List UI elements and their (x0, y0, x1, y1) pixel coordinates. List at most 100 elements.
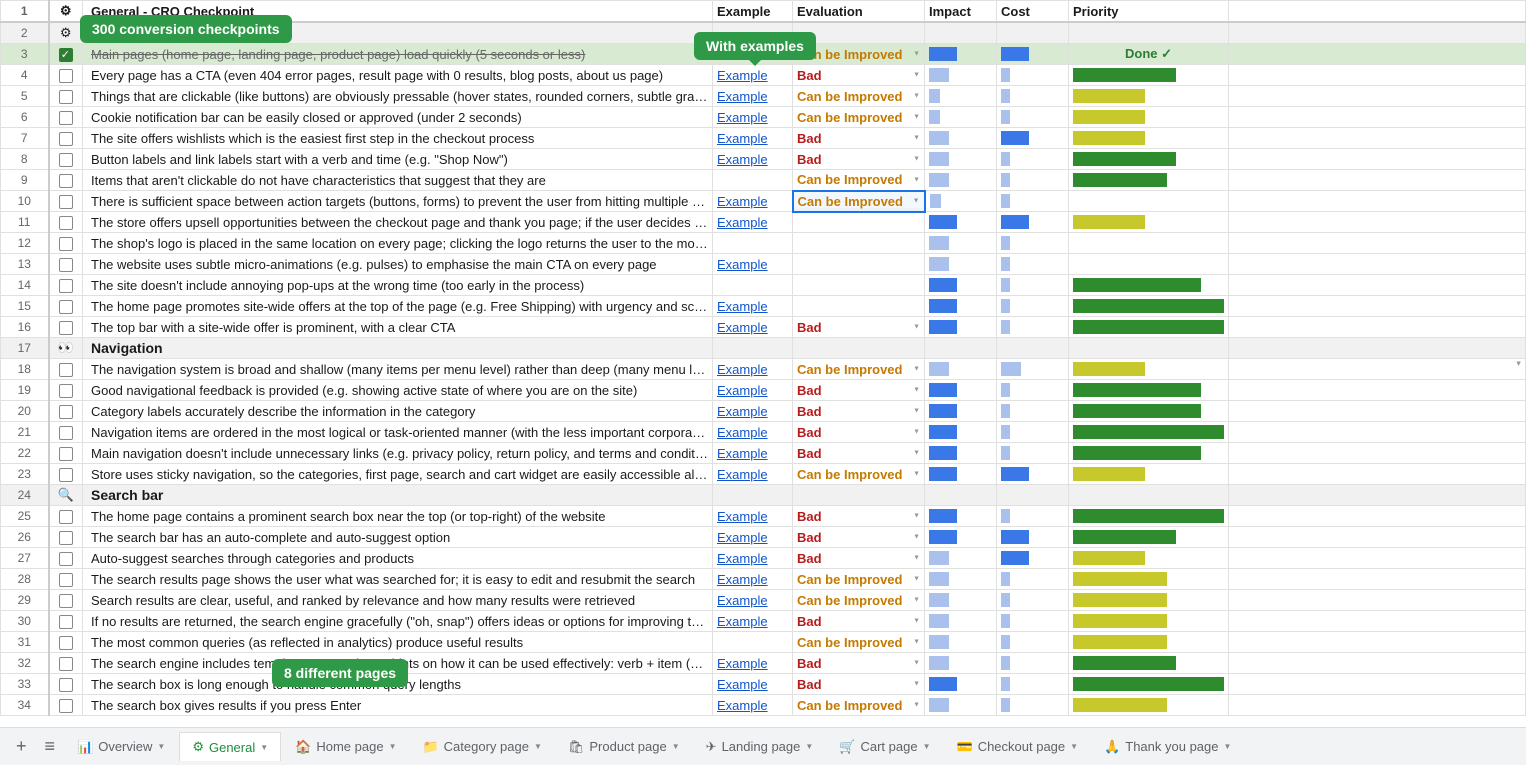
impact-cell[interactable] (925, 128, 997, 149)
row-checkbox[interactable] (59, 300, 73, 314)
dropdown-arrow-icon[interactable]: ▼ (913, 534, 920, 541)
row-checkbox[interactable] (59, 258, 73, 272)
cost-cell[interactable] (997, 653, 1069, 674)
impact-cell[interactable] (925, 317, 997, 338)
example-link[interactable]: Example (717, 404, 768, 419)
cost-cell[interactable] (997, 317, 1069, 338)
cost-cell[interactable] (997, 527, 1069, 548)
priority-cell[interactable] (1069, 548, 1229, 569)
impact-cell[interactable] (925, 296, 997, 317)
table-row[interactable]: 30 If no results are returned, the searc… (1, 611, 1526, 632)
description-cell[interactable]: The store offers upsell opportunities be… (83, 212, 713, 233)
row-checkbox[interactable] (59, 636, 73, 650)
description-cell[interactable]: The website uses subtle micro-animations… (83, 254, 713, 275)
row-checkbox[interactable] (59, 174, 73, 188)
checkbox-cell[interactable] (49, 674, 83, 695)
sheet-tab[interactable]: 🛍Product page▼ (556, 733, 692, 761)
description-cell[interactable]: The shop's logo is placed in the same lo… (83, 233, 713, 254)
impact-header[interactable]: Impact (925, 1, 997, 23)
description-cell[interactable]: The search bar has an auto-complete and … (83, 527, 713, 548)
example-cell[interactable] (713, 632, 793, 653)
table-row[interactable]: 31 The most common queries (as reflected… (1, 632, 1526, 653)
example-link[interactable]: Example (717, 215, 768, 230)
dropdown-arrow-icon[interactable]: ▼ (913, 72, 920, 79)
row-number[interactable]: 15 (1, 296, 49, 317)
example-cell[interactable]: Example (713, 611, 793, 632)
evaluation-cell[interactable]: Bad▼ (793, 548, 925, 569)
impact-cell[interactable] (925, 611, 997, 632)
impact-cell[interactable] (925, 275, 997, 296)
dropdown-arrow-icon[interactable]: ▼ (913, 471, 920, 478)
cost-cell[interactable] (997, 128, 1069, 149)
impact-cell[interactable] (925, 674, 997, 695)
example-cell[interactable]: ▼ (713, 338, 793, 359)
cost-cell[interactable] (997, 65, 1069, 86)
example-link[interactable]: Example (717, 551, 768, 566)
evaluation-cell[interactable]: Bad▼ (793, 527, 925, 548)
checkbox-cell[interactable] (49, 359, 83, 380)
dropdown-arrow-icon[interactable]: ▼ (913, 324, 920, 331)
checkbox-cell[interactable] (49, 464, 83, 485)
chevron-down-icon[interactable]: ▼ (389, 742, 397, 751)
sheet-tab[interactable]: 🙏Thank you page▼ (1092, 733, 1243, 761)
example-link[interactable]: Example (717, 656, 768, 671)
example-cell[interactable]: Example (713, 359, 793, 380)
evaluation-cell[interactable]: Can be Improved▼ (793, 86, 925, 107)
table-row[interactable]: 29 Search results are clear, useful, and… (1, 590, 1526, 611)
example-cell[interactable]: Example (713, 401, 793, 422)
dropdown-arrow-icon[interactable]: ▼ (913, 639, 920, 646)
description-cell[interactable]: The navigation system is broad and shall… (83, 359, 713, 380)
example-cell[interactable]: Example (713, 86, 793, 107)
example-cell[interactable]: Example (713, 65, 793, 86)
example-cell[interactable]: ▼ (713, 485, 793, 506)
checkbox-cell[interactable]: 🔍 (49, 485, 83, 506)
priority-header[interactable]: Priority (1069, 1, 1229, 23)
impact-cell[interactable] (925, 380, 997, 401)
priority-cell[interactable] (1069, 653, 1229, 674)
table-row[interactable]: 27 Auto-suggest searches through categor… (1, 548, 1526, 569)
checkbox-cell[interactable] (49, 275, 83, 296)
table-row[interactable]: 25 The home page contains a prominent se… (1, 506, 1526, 527)
checkbox-cell[interactable] (49, 233, 83, 254)
evaluation-cell[interactable]: Can be Improved▼ (793, 170, 925, 191)
chevron-down-icon[interactable]: ▼ (260, 743, 268, 752)
evaluation-header[interactable]: Evaluation (793, 1, 925, 23)
dropdown-arrow-icon[interactable]: ▼ (913, 135, 920, 142)
table-row[interactable]: 32 The search engine includes templates,… (1, 653, 1526, 674)
row-number[interactable]: 34 (1, 695, 49, 716)
table-row[interactable]: 8 Button labels and link labels start wi… (1, 149, 1526, 170)
checkbox-cell[interactable] (49, 548, 83, 569)
checkbox-cell[interactable] (49, 569, 83, 590)
example-link[interactable]: Example (717, 425, 768, 440)
description-cell[interactable]: The top bar with a site-wide offer is pr… (83, 317, 713, 338)
evaluation-cell[interactable]: Bad▼ (793, 506, 925, 527)
cost-cell[interactable] (997, 548, 1069, 569)
table-row[interactable]: 10 There is sufficient space between act… (1, 191, 1526, 212)
example-cell[interactable]: Example (713, 674, 793, 695)
cost-cell[interactable] (997, 359, 1069, 380)
impact-cell[interactable] (925, 107, 997, 128)
evaluation-cell[interactable]: Bad▼ (793, 149, 925, 170)
cost-cell[interactable] (997, 380, 1069, 401)
priority-cell[interactable] (1069, 275, 1229, 296)
checkbox-cell[interactable] (49, 443, 83, 464)
example-cell[interactable]: Example (713, 506, 793, 527)
impact-cell[interactable] (925, 254, 997, 275)
evaluation-cell[interactable]: Can be Improved▼ (793, 695, 925, 716)
example-link[interactable]: Example (717, 614, 768, 629)
impact-cell[interactable] (925, 695, 997, 716)
description-cell[interactable]: Search bar (83, 485, 713, 506)
chevron-down-icon[interactable]: ▼ (534, 742, 542, 751)
description-cell[interactable]: There is sufficient space between action… (83, 191, 713, 212)
checkbox-cell[interactable] (49, 212, 83, 233)
evaluation-cell[interactable]: Bad▼ (793, 401, 925, 422)
impact-cell[interactable] (925, 464, 997, 485)
impact-cell[interactable] (925, 443, 997, 464)
row-number[interactable]: 20 (1, 401, 49, 422)
row-number[interactable]: 21 (1, 422, 49, 443)
cost-cell[interactable] (997, 22, 1069, 44)
example-cell[interactable]: Example (713, 443, 793, 464)
impact-cell[interactable] (925, 65, 997, 86)
impact-cell[interactable] (925, 569, 997, 590)
example-link[interactable]: Example (717, 320, 768, 335)
